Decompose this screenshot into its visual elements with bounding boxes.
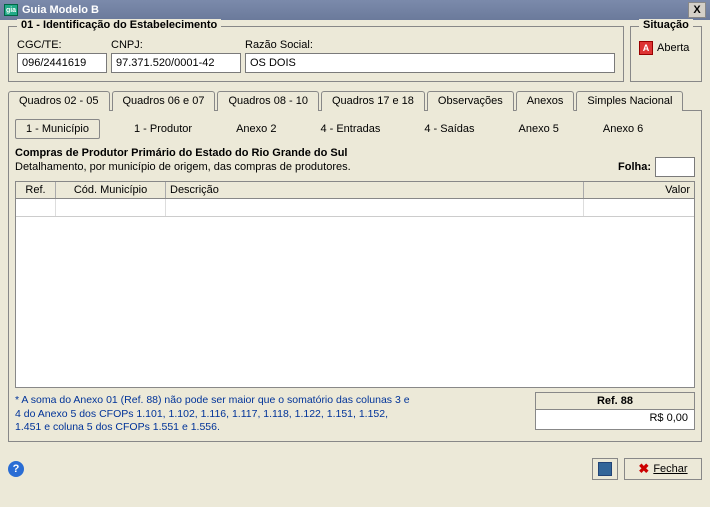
situacao-fieldset: Situação A Aberta — [630, 26, 702, 82]
identificacao-fieldset: 01 - Identificação do Estabelecimento CG… — [8, 26, 624, 82]
help-icon[interactable]: ? — [8, 461, 24, 477]
grid-header-cod[interactable]: Cód. Município — [56, 182, 166, 198]
situacao-text: Aberta — [657, 42, 689, 54]
cgc-label: CGC/TE: — [17, 39, 107, 51]
folha-label: Folha: — [618, 161, 651, 173]
table-row[interactable] — [16, 199, 694, 217]
tab-simples-nacional[interactable]: Simples Nacional — [576, 91, 683, 111]
fechar-button[interactable]: ✖ Fechar — [624, 458, 702, 480]
grid-header-ref[interactable]: Ref. — [16, 182, 56, 198]
subtabs: 1 - Município 1 - Produtor Anexo 2 4 - E… — [15, 119, 695, 139]
data-grid[interactable]: Ref. Cód. Município Descrição Valor — [15, 181, 695, 388]
tab-panel-anexos: 1 - Município 1 - Produtor Anexo 2 4 - E… — [8, 111, 702, 442]
cell-cod[interactable] — [56, 199, 166, 216]
grid-body[interactable] — [16, 199, 694, 387]
cell-valor[interactable] — [584, 199, 694, 216]
subtab-entradas[interactable]: 4 - Entradas — [310, 120, 390, 138]
cnpj-input[interactable] — [111, 53, 241, 73]
ref88-value: R$ 0,00 — [535, 410, 695, 430]
section-title: Compras de Produtor Primário do Estado d… — [15, 147, 351, 159]
grid-header-desc[interactable]: Descrição — [166, 182, 584, 198]
section-subtitle: Detalhamento, por município de origem, d… — [15, 161, 351, 173]
footnote: * A soma do Anexo 01 (Ref. 88) não pode … — [15, 394, 415, 435]
app-icon: gia — [4, 4, 18, 16]
tab-quadros-17-18[interactable]: Quadros 17 e 18 — [321, 91, 425, 111]
calculator-button[interactable] — [592, 458, 618, 480]
tab-quadros-08-10[interactable]: Quadros 08 - 10 — [217, 91, 319, 111]
grid-header: Ref. Cód. Município Descrição Valor — [16, 182, 694, 199]
folha-input[interactable] — [655, 157, 695, 177]
titlebar: gia Guia Modelo B X — [0, 0, 710, 20]
tab-anexos[interactable]: Anexos — [516, 91, 575, 111]
subtab-municipio[interactable]: 1 - Município — [15, 119, 100, 139]
subtab-anexo2[interactable]: Anexo 2 — [226, 120, 286, 138]
tab-quadros-06-07[interactable]: Quadros 06 e 07 — [112, 91, 216, 111]
situacao-legend: Situação — [639, 19, 693, 31]
window-close-button[interactable]: X — [688, 2, 706, 18]
subtab-produtor[interactable]: 1 - Produtor — [124, 120, 202, 138]
subtab-saidas[interactable]: 4 - Saídas — [414, 120, 484, 138]
tab-observacoes[interactable]: Observações — [427, 91, 514, 111]
ref88-label: Ref. 88 — [535, 392, 695, 410]
subtab-anexo5[interactable]: Anexo 5 — [509, 120, 569, 138]
window-title: Guia Modelo B — [22, 4, 99, 16]
footer-bar: ? ✖ Fechar — [0, 452, 710, 486]
grid-header-valor[interactable]: Valor — [584, 182, 694, 198]
close-x-icon: ✖ — [638, 461, 649, 477]
main-tabs: Quadros 02 - 05 Quadros 06 e 07 Quadros … — [8, 90, 702, 111]
fechar-label: Fechar — [653, 463, 687, 475]
situacao-status-icon: A — [639, 41, 653, 55]
tab-quadros-02-05[interactable]: Quadros 02 - 05 — [8, 91, 110, 111]
identificacao-legend: 01 - Identificação do Estabelecimento — [17, 19, 221, 31]
cell-desc[interactable] — [166, 199, 584, 216]
calculator-icon — [598, 462, 612, 476]
razao-label: Razão Social: — [245, 39, 615, 51]
cell-ref[interactable] — [16, 199, 56, 216]
ref88-box: Ref. 88 R$ 0,00 — [535, 392, 695, 430]
subtab-anexo6[interactable]: Anexo 6 — [593, 120, 653, 138]
cnpj-label: CNPJ: — [111, 39, 241, 51]
cgc-input[interactable] — [17, 53, 107, 73]
razao-input[interactable] — [245, 53, 615, 73]
